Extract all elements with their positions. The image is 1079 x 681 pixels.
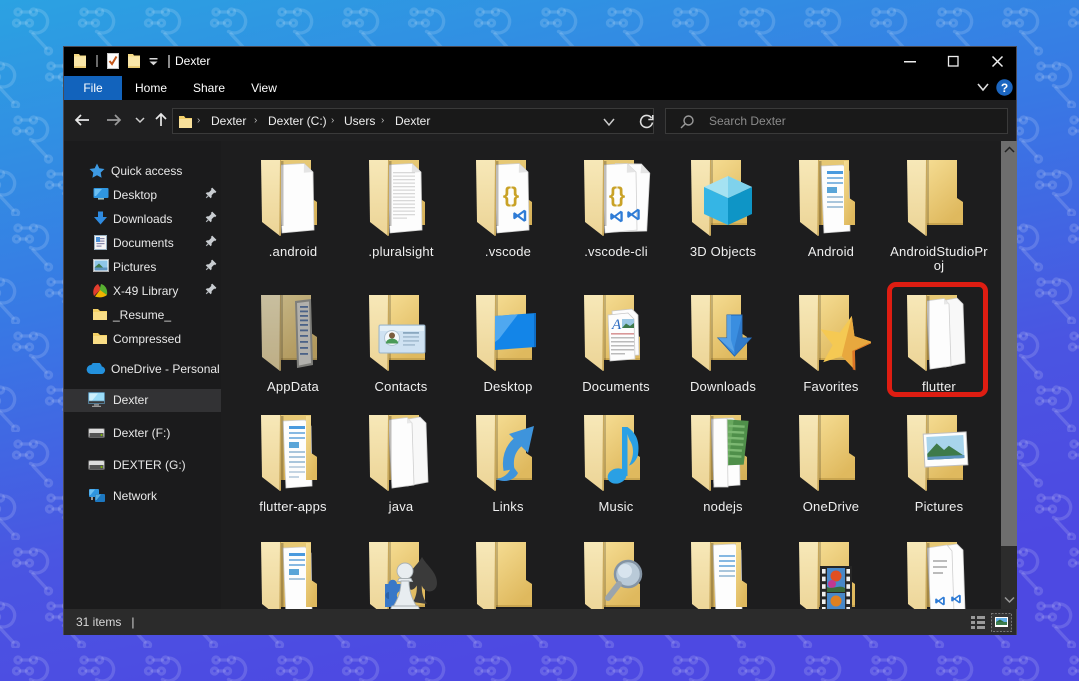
- svg-text:{}: {}: [503, 184, 519, 207]
- svg-text:{}: {}: [609, 184, 625, 207]
- svg-text:?: ?: [1001, 81, 1008, 95]
- svg-text:A: A: [611, 317, 622, 333]
